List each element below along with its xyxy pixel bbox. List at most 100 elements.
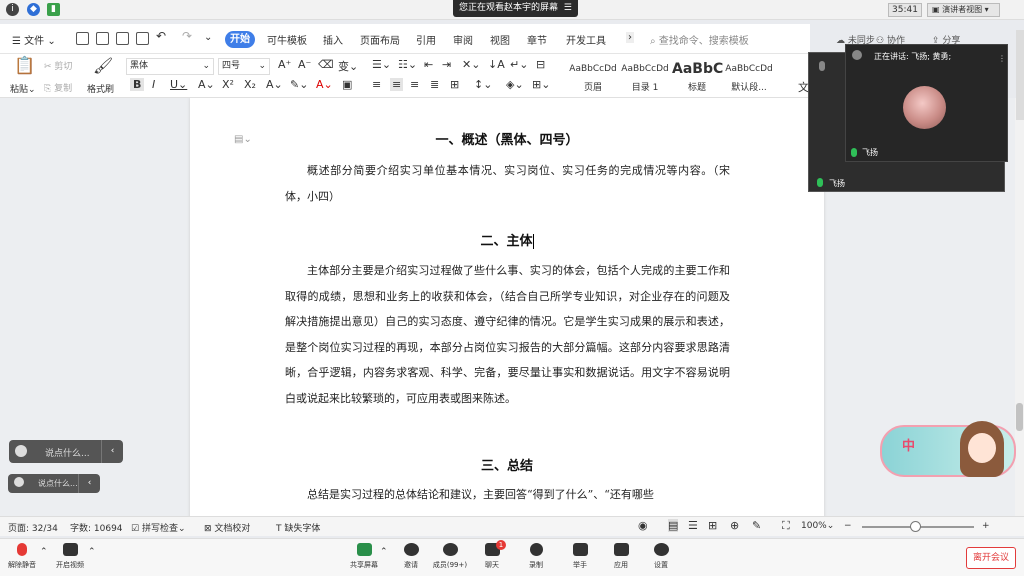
tab-start[interactable]: 开始 [225, 31, 255, 48]
collapse-chevron-icon[interactable]: ‹ [101, 440, 123, 463]
style-header[interactable]: AaBbCcDd 页眉 [568, 58, 618, 96]
font-color-button[interactable]: A⌄ [316, 78, 333, 91]
char-border-button[interactable]: ▣ [342, 78, 352, 91]
tab-insert[interactable]: 插入 [323, 32, 343, 47]
mascot-widget[interactable]: 中 [880, 421, 1016, 477]
highlight-button[interactable]: ✎⌄ [290, 78, 308, 91]
sort-icon[interactable]: ↓A [488, 58, 505, 71]
tab-references[interactable]: 引用 [416, 32, 436, 47]
decrease-font-icon[interactable]: A⁻ [298, 58, 311, 71]
chat-input-bubble-small[interactable]: 说点什么... ‹ [8, 474, 100, 493]
presenter-view-button[interactable]: ▣ 演讲者视图 ▾ [927, 3, 1000, 17]
chat-input-bubble[interactable]: 说点什么... ‹ [9, 440, 123, 463]
text-effect-button[interactable]: A⌄ [266, 78, 283, 91]
style-title[interactable]: AaBbC 标题 [672, 58, 723, 96]
start-video-button[interactable]: 开启视频 [50, 543, 90, 570]
chat-button[interactable]: 1 聊天 [472, 540, 512, 570]
outline-view-icon[interactable]: ☰ [688, 519, 698, 532]
collapse-chevron-icon[interactable]: ‹ [78, 474, 100, 493]
bold-button[interactable]: B [130, 78, 145, 91]
underline-button[interactable]: U⌄ [170, 78, 187, 91]
missing-font-button[interactable]: T 缺失字体 [276, 521, 320, 534]
zoom-level[interactable]: 100%⌄ [801, 521, 834, 531]
raise-hand-button[interactable]: 举手 [560, 543, 600, 570]
cut-button[interactable]: ✂ 剪切 [44, 59, 72, 72]
unsync-button[interactable]: ☁ 未同步 [836, 33, 875, 46]
preview-icon[interactable] [136, 32, 149, 45]
unmute-button[interactable]: 解除静音 [2, 543, 42, 570]
more-format-icon[interactable]: ⊟ [536, 58, 545, 71]
chevron-up-icon[interactable]: ⌃ [380, 547, 388, 557]
chevron-up-icon[interactable]: ⌃ [88, 547, 96, 557]
tab-developer[interactable]: 开发工具 [566, 32, 606, 47]
align-center-icon[interactable]: ≡ [390, 78, 404, 91]
borders-icon[interactable]: ⊞⌄ [532, 78, 550, 91]
apps-button[interactable]: 应用 [601, 543, 641, 570]
more-tabs-icon[interactable]: › [626, 32, 634, 43]
subscript-button[interactable]: X₂ [244, 78, 256, 91]
tab-review[interactable]: 审阅 [453, 32, 473, 47]
superscript-button[interactable]: X² [222, 78, 234, 91]
distribute-icon[interactable]: ⊞ [450, 78, 459, 91]
tab-view[interactable]: 视图 [490, 32, 510, 47]
signal-icon[interactable]: ▮ [47, 3, 60, 16]
clear-format-icon[interactable]: ⌫ [318, 58, 334, 71]
scrollbar-thumb[interactable] [1016, 403, 1023, 431]
font-family-select[interactable]: 黑体 ⌄ [126, 58, 214, 75]
font-size-select[interactable]: 四号 ⌄ [218, 58, 270, 75]
shading-icon[interactable]: ◈⌄ [506, 78, 524, 91]
zoom-out-button[interactable]: − [844, 521, 852, 531]
command-search[interactable]: ⌕ 查找命令、搜索模板 [650, 32, 749, 47]
members-button[interactable]: 成员(99+) [430, 543, 470, 570]
align-right-icon[interactable]: ≡ [410, 78, 419, 91]
file-menu[interactable]: ☰ 文件 ⌄ [12, 32, 56, 47]
vertical-scrollbar[interactable] [1015, 98, 1024, 516]
more-icon[interactable]: ⋮ [998, 54, 1006, 63]
pen-icon[interactable]: ✎ [752, 519, 761, 532]
tab-templates[interactable]: 可牛模板 [267, 32, 307, 47]
align-left-icon[interactable]: ≡ [372, 78, 381, 91]
zoom-in-button[interactable]: + [982, 521, 990, 531]
line-spacing-icon[interactable]: ↕⌄ [474, 78, 492, 91]
document-page[interactable]: 一、概述（黑体、四号） 概述部分简要介绍实习单位基本情况、实习岗位、实习任务的完… [190, 98, 824, 516]
format-painter-button[interactable]: 格式刷 [87, 82, 114, 95]
justify-icon[interactable]: ≣ [430, 78, 439, 91]
web-view-icon[interactable]: ⊕ [730, 519, 739, 532]
style-toc1[interactable]: AaBbCcDd 目录 1 [620, 58, 670, 96]
record-button[interactable]: 录制 [516, 543, 556, 570]
paragraph-handle-icon[interactable]: ▤⌄ [234, 134, 252, 145]
tab-page-layout[interactable]: 页面布局 [360, 32, 400, 47]
word-count[interactable]: 字数: 10694 [70, 521, 123, 534]
numbered-list-icon[interactable]: ☷⌄ [398, 58, 417, 71]
format-painter-icon[interactable]: 🖌 [93, 56, 113, 75]
save-icon[interactable] [76, 32, 89, 45]
fit-icon[interactable]: ⛶ [782, 519, 790, 533]
settings-button[interactable]: 设置 [641, 543, 681, 570]
italic-button[interactable]: I [152, 78, 155, 91]
font-effect-button[interactable]: A⌄ [198, 78, 215, 91]
paste-icon[interactable]: 📋 [14, 56, 35, 76]
collab-button[interactable]: ⚇ 协作 [876, 33, 905, 46]
info-icon[interactable]: i [6, 3, 19, 16]
page-indicator[interactable]: 页面: 32/34 [8, 521, 58, 534]
layout-view-icon[interactable]: ⊞ [708, 519, 717, 532]
emoji-icon[interactable] [15, 445, 27, 457]
spell-check-toggle[interactable]: ☑ 拼写检查⌄ [131, 521, 186, 534]
share-screen-button[interactable]: 共享屏幕 [344, 543, 384, 570]
tab-chapter[interactable]: 章节 [527, 32, 547, 47]
indent-icon[interactable]: ⇥ [442, 58, 451, 71]
style-default[interactable]: AaBbCcDd 默认段... [724, 58, 774, 96]
outdent-icon[interactable]: ⇤ [424, 58, 433, 71]
emoji-icon[interactable] [14, 477, 24, 487]
pinyin-icon[interactable]: 变⌄ [338, 58, 358, 74]
print-icon[interactable] [116, 32, 129, 45]
redo-icon[interactable]: ↷ [182, 29, 192, 43]
chevron-up-icon[interactable]: ⌃ [40, 547, 48, 557]
undo-icon[interactable]: ↶ [156, 29, 166, 43]
increase-font-icon[interactable]: A⁺ [278, 58, 291, 71]
chinese-layout-icon[interactable]: ✕⌄ [462, 58, 480, 71]
chevron-down-icon[interactable]: ⌄ [204, 32, 212, 43]
page-view-icon[interactable]: ▤ [668, 519, 679, 532]
proofread-button[interactable]: ⊠ 文档校对 [204, 521, 250, 534]
show-marks-icon[interactable]: ↵⌄ [510, 58, 528, 71]
